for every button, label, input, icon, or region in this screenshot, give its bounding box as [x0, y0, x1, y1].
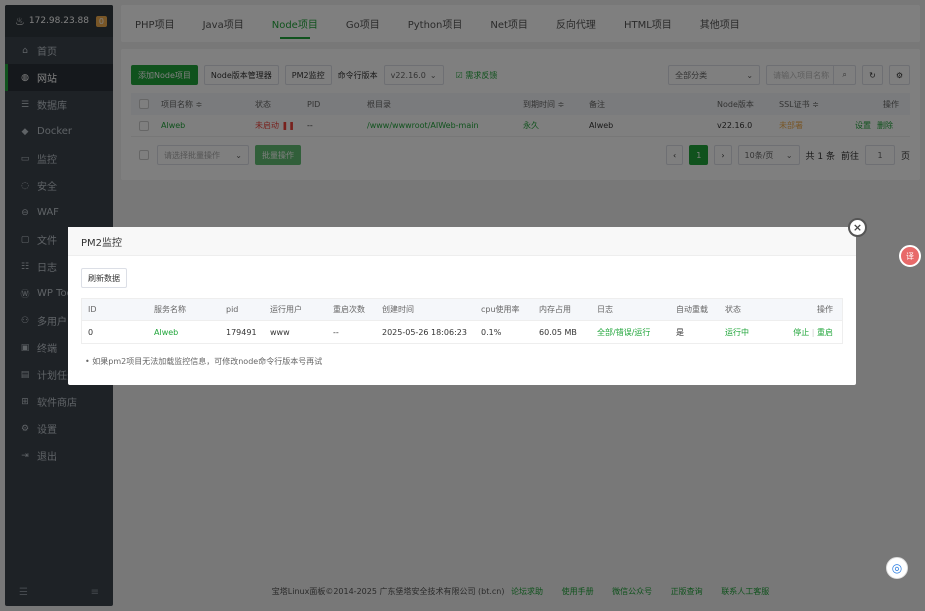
pm2-cpu: 0.1% — [481, 327, 502, 337]
col-actions: 操作 — [817, 305, 833, 314]
pm2-monitor-dialog: PM2监控 刷新数据 ID 服务名称 pid 运行用户 重启次数 创建时间 cp… — [68, 227, 856, 385]
col-user: 运行用户 — [270, 305, 302, 314]
pm2-note: • 如果pm2项目无法加载监控信息，可修改node命令行版本号再试 — [85, 357, 323, 366]
col-log: 日志 — [597, 305, 613, 314]
col-auto-reload: 自动重载 — [676, 305, 708, 314]
col-created: 创建时间 — [382, 305, 414, 314]
col-service-name: 服务名称 — [154, 305, 186, 314]
col-status: 状态 — [725, 305, 741, 314]
translate-icon[interactable]: 译 — [899, 245, 921, 267]
pm2-restarts: -- — [333, 327, 339, 337]
col-memory: 内存占用 — [539, 305, 571, 314]
refresh-data-button[interactable]: 刷新数据 — [81, 268, 127, 288]
pm2-pid: 179491 — [226, 327, 257, 337]
pm2-created: 2025-05-26 18:06:23 — [382, 327, 467, 337]
pm2-user: www — [270, 327, 290, 337]
pm2-auto-reload: 是 — [676, 327, 684, 337]
dialog-body: 刷新数据 ID 服务名称 pid 运行用户 重启次数 创建时间 cpu使用率 内… — [68, 256, 856, 379]
col-restarts: 重启次数 — [333, 305, 365, 314]
col-id: ID — [88, 305, 97, 314]
pm2-note-text: 如果pm2项目无法加载监控信息，可修改node命令行版本号再试 — [92, 357, 323, 366]
chat-support-icon[interactable]: ◎ — [886, 557, 908, 579]
stop-link[interactable]: 停止 — [793, 328, 809, 337]
pm2-status: 运行中 — [725, 327, 749, 337]
pm2-table-header: ID 服务名称 pid 运行用户 重启次数 创建时间 cpu使用率 内存占用 日… — [81, 298, 843, 321]
restart-link[interactable]: 重启 — [817, 328, 833, 337]
col-cpu: cpu使用率 — [481, 305, 520, 314]
col-pid: pid — [226, 305, 239, 314]
pm2-memory: 60.05 MB — [539, 327, 577, 337]
pm2-id: 0 — [88, 327, 94, 337]
close-icon[interactable]: × — [848, 218, 867, 237]
pm2-log-links[interactable]: 全部/错误/运行 — [597, 327, 676, 338]
pm2-service-name[interactable]: Alweb — [154, 328, 226, 337]
dialog-title: PM2监控 — [68, 227, 856, 256]
pm2-table-row: 0 Alweb 179491 www -- 2025-05-26 18:06:2… — [81, 321, 843, 344]
